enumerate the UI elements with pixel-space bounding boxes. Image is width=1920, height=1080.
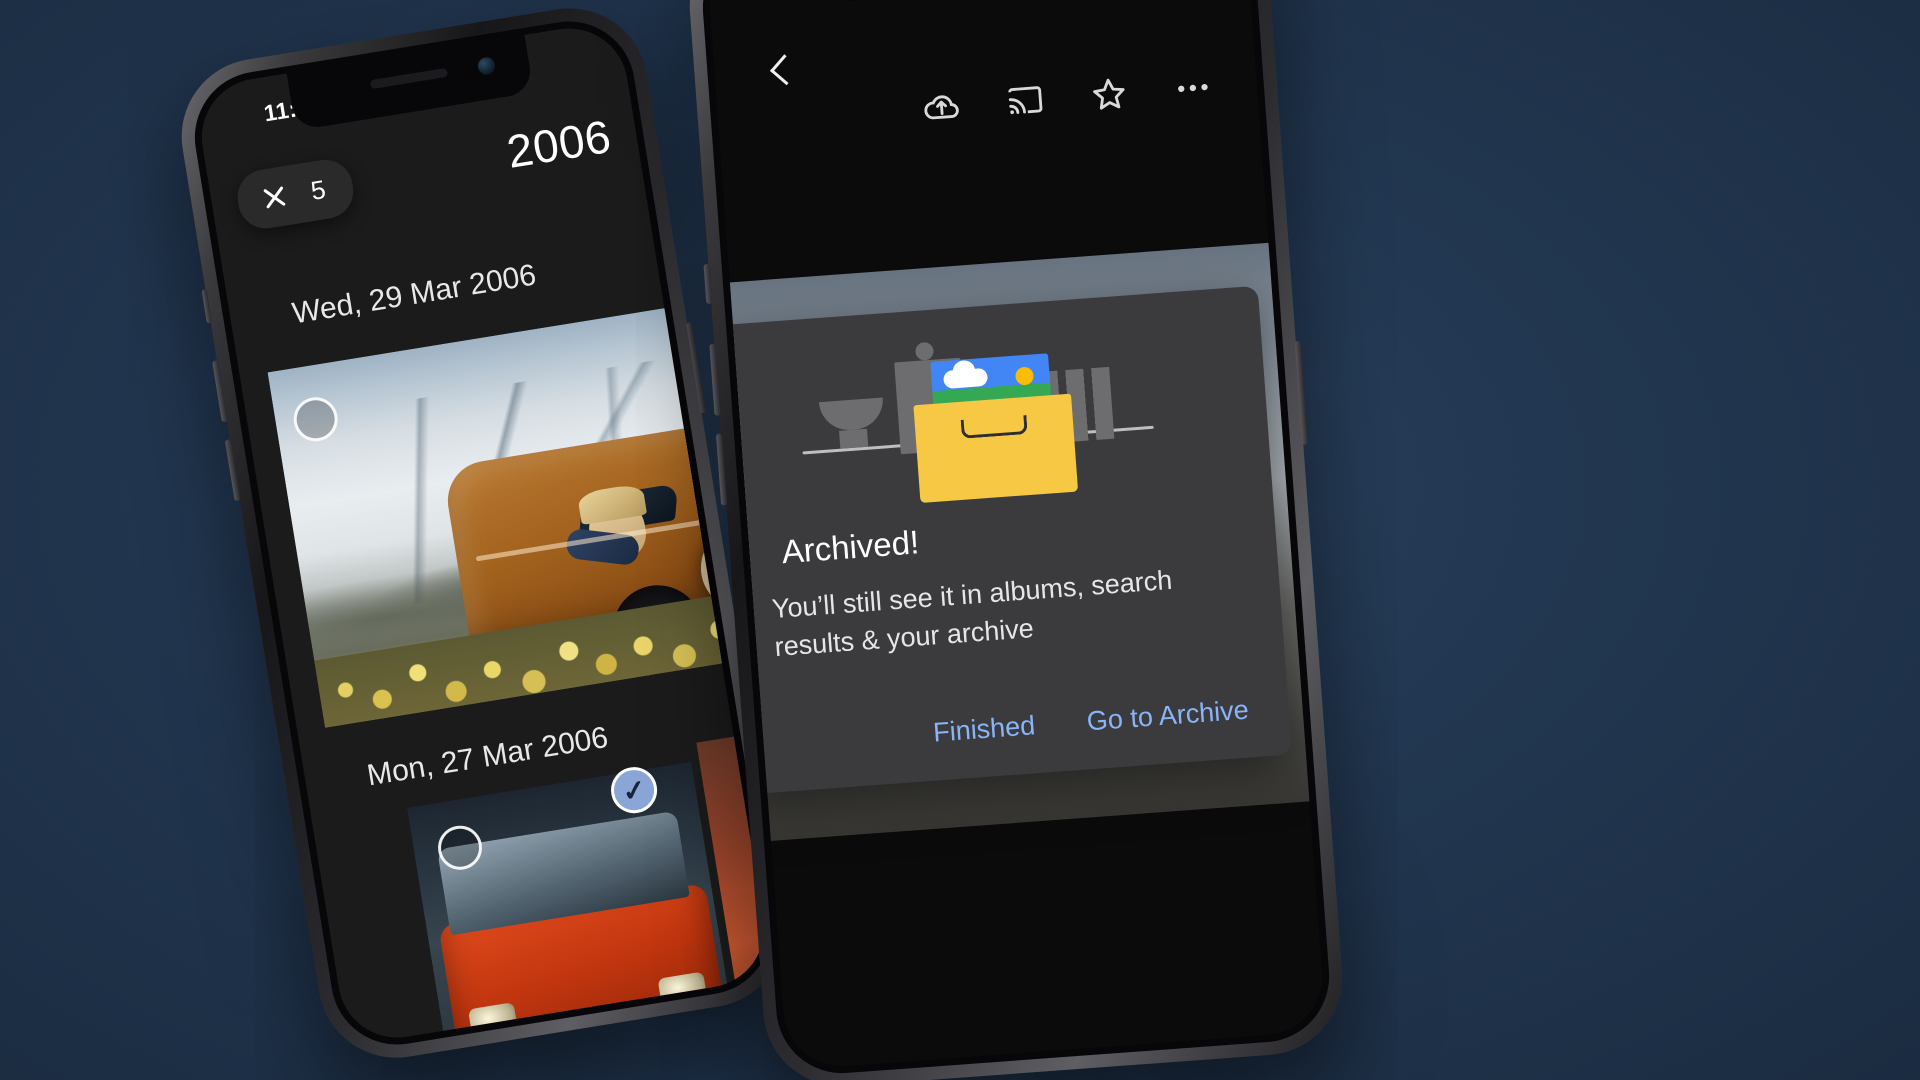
volume-up-button[interactable]: [212, 360, 228, 423]
photo-toolbar: [920, 67, 1214, 128]
photo-headlight-left: [467, 1002, 519, 1044]
illustration-sun: [1014, 366, 1035, 386]
check-glyph: ✓: [619, 772, 649, 808]
photo-red-car: [406, 761, 738, 1047]
photo-person-arm: [564, 528, 640, 567]
right-phone-device: Archived! You’ll still see it in albums,…: [684, 0, 1348, 1080]
volume-up-button[interactable]: [709, 343, 721, 416]
close-icon[interactable]: [260, 182, 290, 212]
back-chevron-icon[interactable]: [765, 55, 797, 87]
photo-alps-convertible: [267, 302, 756, 728]
illustration-ball: [914, 341, 935, 361]
more-options-icon[interactable]: [1171, 67, 1214, 110]
power-button[interactable]: [1294, 340, 1309, 445]
volume-down-button[interactable]: [224, 439, 241, 502]
star-outline-icon[interactable]: [1088, 73, 1131, 116]
cast-icon[interactable]: [1004, 79, 1047, 122]
volume-down-button[interactable]: [715, 433, 728, 506]
earpiece-speaker: [370, 67, 449, 90]
dialog-title: Archived!: [780, 523, 921, 571]
power-button[interactable]: [686, 321, 707, 414]
illustration-folder: [913, 393, 1079, 504]
illustration-bowl-base: [839, 428, 869, 449]
photo-headlight-right: [657, 971, 709, 1013]
right-phone-notch: [824, 0, 1131, 3]
selection-pill[interactable]: 5: [233, 155, 358, 233]
go-to-archive-button[interactable]: Go to Archive: [1086, 695, 1250, 738]
photo-grille: [492, 993, 687, 1040]
date-header: Wed, 29 Mar 2006: [289, 258, 539, 331]
right-phone-screen: Archived! You’ll still see it in albums,…: [705, 0, 1327, 1071]
left-phone-screen: 11:27 2006 5 Wed, 29 Mar 2006: [193, 19, 773, 1047]
finished-button[interactable]: Finished: [932, 710, 1036, 748]
dialog-body-text: You’ll still see it in albums, search re…: [770, 564, 1174, 663]
dialog-actions: Finished Go to Archive: [932, 695, 1250, 749]
front-camera: [476, 56, 497, 76]
photo-tile[interactable]: [267, 302, 756, 728]
illustration-bowl: [818, 397, 885, 433]
archived-dialog: Archived! You’ll still see it in albums,…: [705, 285, 1292, 796]
mute-switch[interactable]: [201, 289, 212, 324]
selection-count: 5: [308, 173, 328, 206]
illustration-cloud: [942, 367, 989, 389]
photo-tile[interactable]: [406, 761, 738, 1047]
cloud-upload-icon[interactable]: [920, 85, 963, 128]
archive-box-illustration: [781, 320, 1183, 528]
right-phone-bezel: Archived! You’ll still see it in albums,…: [698, 0, 1334, 1078]
mute-switch[interactable]: [703, 263, 713, 305]
left-phone-bezel: 11:27 2006 5 Wed, 29 Mar 2006: [185, 11, 781, 1055]
